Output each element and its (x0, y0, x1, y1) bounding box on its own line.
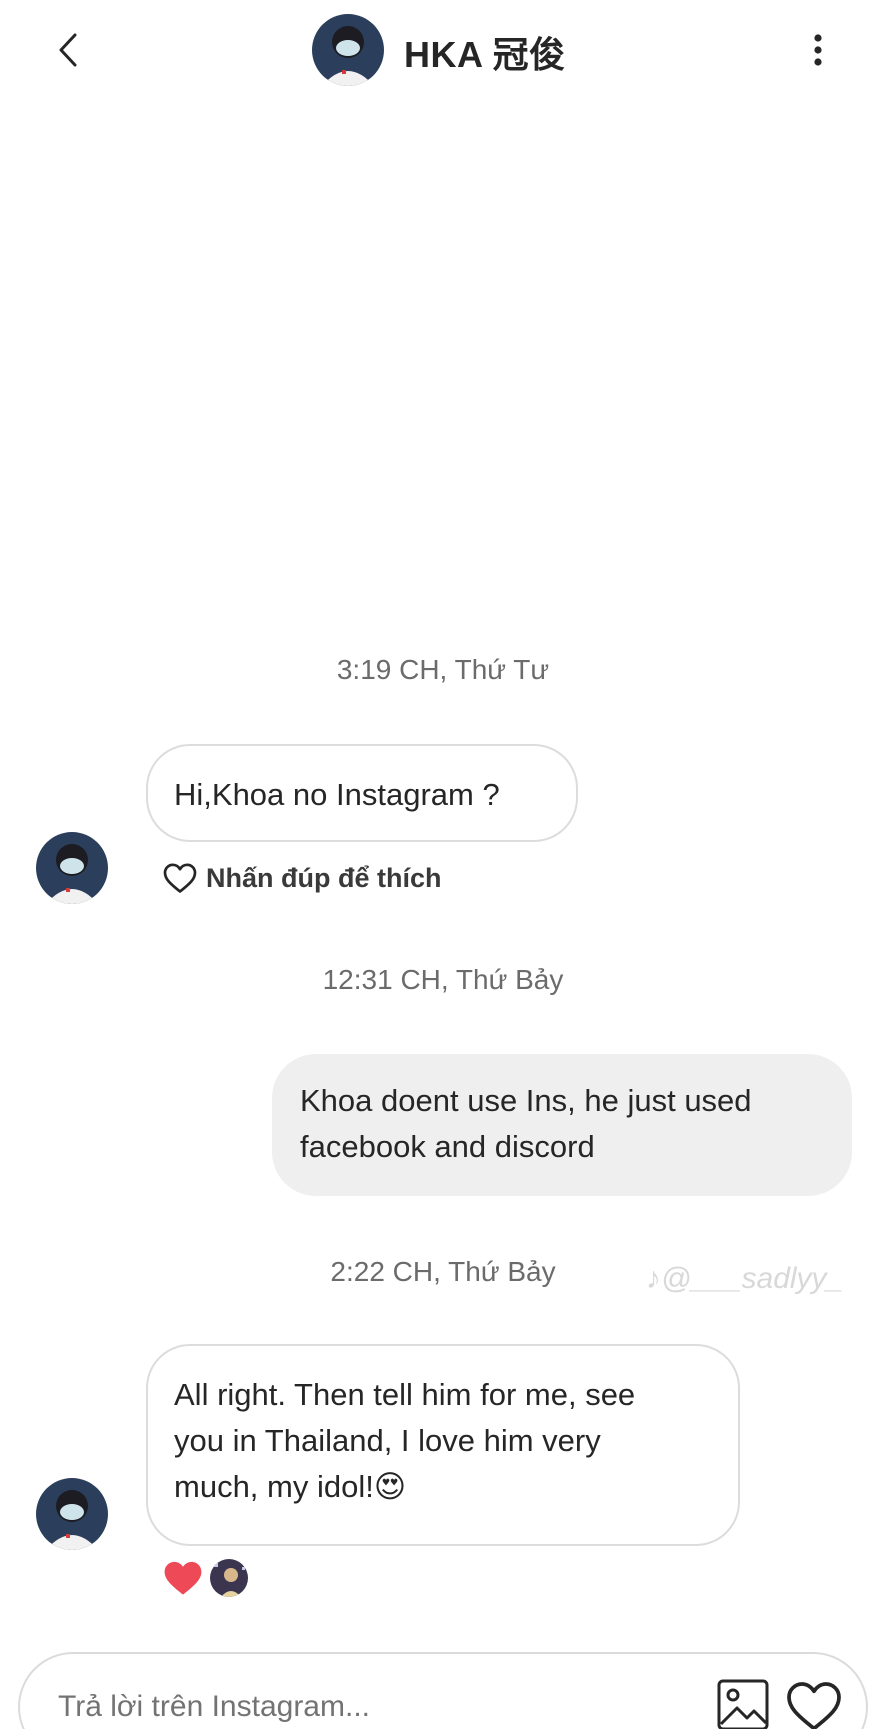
message-text-line: much, my idol! (174, 1469, 374, 1504)
page-title[interactable]: HKA 冠俊 (404, 26, 566, 78)
incoming-message-bubble[interactable]: Hi,Khoa no Instagram ? (146, 744, 578, 842)
incoming-message-bubble[interactable]: All right. Then tell him for me, see you… (146, 1344, 740, 1546)
gallery-button[interactable] (716, 1678, 770, 1729)
message-composer (18, 1652, 868, 1729)
red-heart-icon (164, 1561, 202, 1595)
back-button[interactable] (48, 28, 88, 72)
sender-avatar[interactable] (36, 1478, 108, 1550)
heart-eyes-emoji: 😍 (373, 1469, 407, 1504)
heart-outline-icon (163, 863, 197, 893)
image-gallery-icon (717, 1679, 769, 1729)
message-text: Hi,Khoa no Instagram ? (174, 777, 500, 812)
chevron-left-icon (59, 33, 77, 67)
message-text-line: facebook and discord (300, 1129, 595, 1164)
heart-outline-icon (787, 1682, 841, 1729)
like-button[interactable] (784, 1678, 844, 1729)
reactor-avatar (208, 1557, 250, 1599)
avatar[interactable] (312, 14, 384, 86)
message-text-line: you in Thailand, I love him very (174, 1423, 601, 1458)
message-text-line: All right. Then tell him for me, see (174, 1377, 636, 1412)
chat-header: HKA 冠俊 (0, 0, 886, 100)
message-timestamp: 3:19 CH, Thứ Tư (336, 654, 550, 685)
reply-input[interactable] (58, 1682, 618, 1729)
message-text-line: Khoa doent use Ins, he just used (300, 1083, 752, 1118)
outgoing-message-bubble[interactable]: Khoa doent use Ins, he just used faceboo… (272, 1054, 852, 1196)
more-options-button[interactable] (800, 28, 836, 72)
message-reactions[interactable] (162, 1556, 250, 1600)
message-timestamp: 12:31 CH, Thứ Bảy (322, 964, 564, 995)
double-tap-to-like-hint[interactable]: Nhấn đúp để thích (162, 858, 442, 898)
watermark: ♪@___sadlyy_ (646, 1262, 844, 1295)
sender-avatar[interactable] (36, 832, 108, 904)
like-hint-label: Nhấn đúp để thích (206, 862, 442, 893)
more-vertical-icon (814, 34, 822, 66)
